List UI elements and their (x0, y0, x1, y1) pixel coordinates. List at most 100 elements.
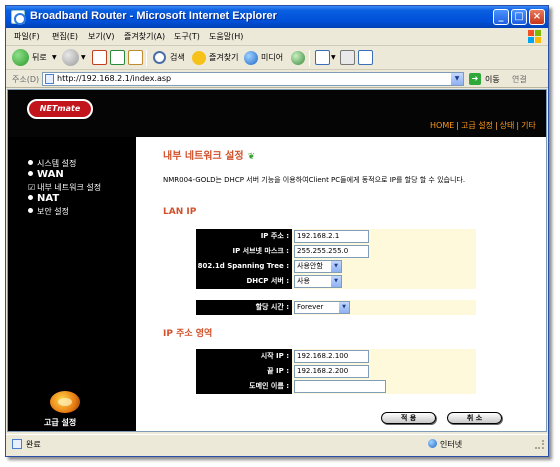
dhcp-server-select[interactable]: 사용 ▼ (294, 275, 342, 288)
advanced-settings-icon[interactable] (50, 391, 80, 413)
toolbar: 뒤로 ▼ ▼ 검색 즐겨찾기 미디어 ▼ (6, 46, 548, 70)
address-label: 주소(D) (12, 75, 40, 84)
forward-arrow-icon[interactable] (62, 49, 79, 66)
windows-logo-icon (528, 30, 542, 44)
go-arrow-icon[interactable]: ➜ (469, 73, 481, 85)
search-icon[interactable] (153, 51, 166, 64)
chevron-down-icon: ▼ (339, 302, 349, 313)
status-text: 완료 (26, 440, 41, 449)
sidebar-item-label: 내부 네트워크 설정 (37, 183, 102, 192)
favorites-star-icon[interactable] (192, 51, 206, 65)
menu-help[interactable]: 도움말(H) (209, 31, 243, 42)
sidebar-item-label: 시스템 설정 (37, 159, 77, 168)
ip-address-label: IP 주소 : (196, 229, 292, 244)
minimize-button[interactable]: _ (493, 9, 509, 25)
top-nav-links: HOME | 고급 설정 | 상태 | 기타 (430, 121, 536, 130)
media-button-label[interactable]: 미디어 (261, 50, 283, 66)
menu-tools[interactable]: 도구(T) (174, 31, 200, 42)
sidebar-item-system[interactable]: 시스템 설정 (28, 158, 76, 169)
domain-name-input[interactable] (294, 380, 386, 393)
toolbar-separator (309, 50, 310, 66)
lease-time-label: 할당 시간 : (196, 300, 292, 315)
home-icon[interactable] (128, 50, 143, 65)
chevron-down-icon: ▼ (331, 276, 341, 287)
search-button-label[interactable]: 검색 (170, 50, 185, 66)
window-title: Broadband Router - Microsoft Internet Ex… (30, 10, 277, 22)
forward-dropdown-icon[interactable]: ▼ (81, 50, 86, 66)
top-link-advanced[interactable]: 고급 설정 (461, 121, 493, 130)
edit-icon[interactable] (358, 50, 373, 65)
security-zone: 인터넷 (428, 439, 462, 450)
page-content: NETmate HOME | 고급 설정 | 상태 | 기타 시스템 설정 WAN ☑ 내부 … (7, 89, 547, 432)
cancel-button[interactable]: 취 소 (447, 412, 502, 424)
lease-time-select[interactable]: Forever ▼ (294, 301, 350, 314)
start-ip-label: 시작 IP : (196, 349, 292, 364)
netmate-logo: NETmate (27, 99, 93, 119)
address-dropdown-icon[interactable]: ▼ (451, 73, 463, 85)
zone-label: 인터넷 (440, 440, 463, 449)
refresh-icon[interactable] (110, 50, 125, 65)
dhcp-server-label: DHCP 서버 : (196, 274, 292, 289)
spanning-tree-label: 802.1d Spanning Tree : (196, 259, 292, 274)
menu-favorites[interactable]: 즐겨찾기(A) (124, 31, 165, 42)
checkmark-icon: ☑ (28, 183, 36, 192)
status-bar: 완료 인터넷 (6, 434, 548, 452)
top-link-home[interactable]: HOME (430, 121, 454, 130)
print-icon[interactable] (340, 50, 355, 65)
back-button-label[interactable]: 뒤로 (32, 50, 47, 66)
page-icon (45, 74, 54, 84)
end-ip-label: 끝 IP : (196, 364, 292, 379)
history-icon[interactable] (291, 51, 305, 65)
dhcp-server-value: 사용 (297, 277, 310, 285)
address-url[interactable]: http://192.168.2.1/index.asp (57, 74, 171, 83)
end-ip-input[interactable]: 192.168.2.200 (294, 365, 369, 378)
leaf-icon: ❦ (247, 152, 256, 162)
start-ip-input[interactable]: 192.168.2.100 (294, 350, 369, 363)
title-bar[interactable]: Broadband Router - Microsoft Internet Ex… (6, 6, 548, 28)
ie-window: Broadband Router - Microsoft Internet Ex… (5, 5, 549, 457)
subnet-mask-input[interactable]: 255.255.255.0 (294, 245, 369, 258)
back-arrow-icon[interactable] (12, 49, 29, 66)
toolbar-separator (146, 50, 147, 66)
menu-view[interactable]: 보기(V) (88, 31, 114, 42)
menu-bar: 파일(F) 편집(E) 보기(V) 즐겨찾기(A) 도구(T) 도움말(H) (6, 28, 548, 46)
close-button[interactable]: × (529, 9, 545, 25)
top-link-status[interactable]: 상태 (500, 121, 515, 130)
address-input[interactable]: http://192.168.2.1/index.asp ▼ (42, 72, 464, 86)
back-dropdown-icon[interactable]: ▼ (52, 50, 57, 66)
advanced-settings-label[interactable]: 고급 설정 (44, 417, 76, 428)
bullet-icon (28, 171, 33, 176)
links-label[interactable]: 연결 (512, 74, 527, 85)
page-title-text: 내부 네트워크 설정 (163, 151, 244, 162)
bullet-icon (28, 195, 33, 200)
menu-edit[interactable]: 편집(E) (52, 31, 78, 42)
mail-dropdown-icon[interactable]: ▼ (331, 50, 336, 66)
spanning-tree-select[interactable]: 사용안함 ▼ (294, 260, 342, 273)
page-done-icon (12, 439, 22, 449)
sidebar-item-wan[interactable]: WAN (28, 169, 64, 180)
sidebar-item-nat[interactable]: NAT (28, 193, 59, 204)
menu-file[interactable]: 파일(F) (14, 31, 40, 42)
sidebar-item-label: NAT (37, 193, 60, 204)
page-title: 내부 네트워크 설정 ❦ (163, 147, 255, 162)
router-header: NETmate HOME | 고급 설정 | 상태 | 기타 (8, 90, 546, 137)
maximize-button[interactable]: □ (511, 9, 527, 25)
sidebar-item-label: 보안 설정 (37, 207, 69, 216)
sidebar-item-lan[interactable]: ☑ 내부 네트워크 설정 (28, 182, 101, 193)
domain-name-label: 도메인 이름 : (196, 379, 292, 394)
ie-app-icon (11, 10, 26, 25)
favorites-button-label[interactable]: 즐겨찾기 (209, 50, 238, 66)
mail-icon[interactable] (315, 50, 330, 65)
top-link-etc[interactable]: 기타 (521, 121, 536, 130)
media-icon[interactable] (244, 51, 258, 65)
stop-icon[interactable] (92, 50, 107, 65)
go-button-label[interactable]: 이동 (485, 74, 500, 85)
chevron-down-icon: ▼ (331, 261, 341, 272)
apply-button[interactable]: 적 용 (381, 412, 436, 424)
resize-grip[interactable] (535, 440, 544, 449)
sidebar-item-label: WAN (37, 169, 64, 180)
bullet-icon (28, 160, 33, 165)
sidebar-item-security[interactable]: 보안 설정 (28, 206, 69, 217)
ip-address-input[interactable]: 192.168.2.1 (294, 230, 369, 243)
lease-time-value: Forever (297, 303, 324, 311)
